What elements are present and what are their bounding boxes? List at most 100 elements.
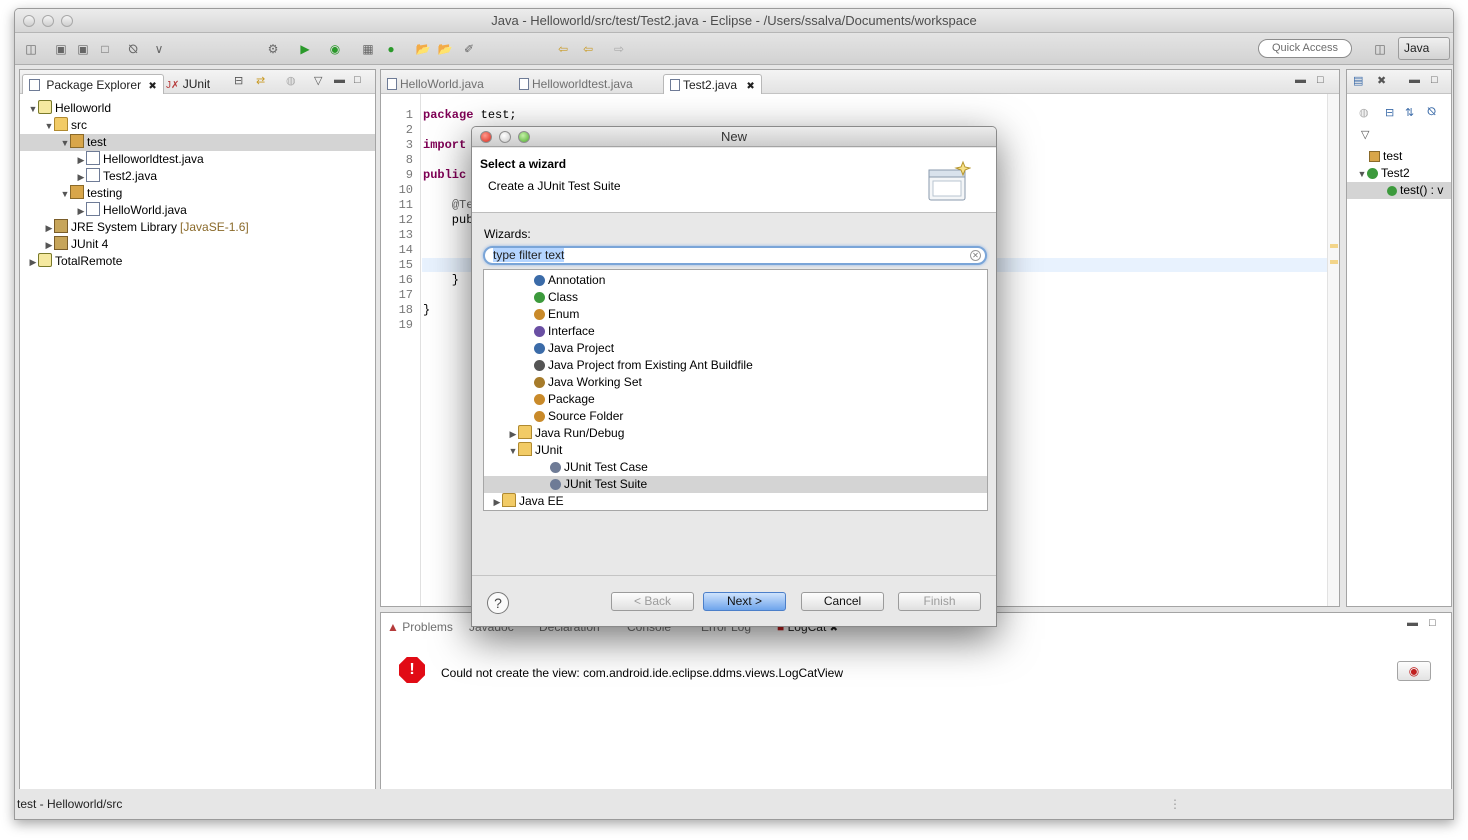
build-icon[interactable]: ⚙ [265, 41, 281, 57]
wizard-item[interactable]: ▶ Java Run/Debug [484, 425, 987, 442]
outline-item[interactable]: test [1347, 148, 1451, 165]
hide-fields-icon[interactable]: ⦰ [1427, 106, 1436, 119]
wizard-item[interactable]: Enum [484, 306, 987, 323]
view-menu-icon[interactable]: ▽ [1361, 128, 1369, 141]
forward-nav-icon[interactable]: ⇨ [611, 41, 627, 57]
expanded-icon[interactable]: ▼ [28, 101, 38, 118]
wizard-item[interactable]: JUnit Test Suite [484, 476, 987, 493]
tree-item[interactable]: ▶ Test2.java [20, 168, 375, 185]
open-folder-icon[interactable]: 📂 [437, 41, 453, 57]
tab-problems[interactable]: ▲ Problems [387, 617, 453, 637]
tab-helloworldtest-java[interactable]: Helloworldtest.java [519, 74, 633, 94]
search-icon[interactable]: ✐ [461, 41, 477, 57]
sort-icon[interactable]: ⇅ [1405, 106, 1414, 119]
wizard-item[interactable]: Interface [484, 323, 987, 340]
maximize-icon[interactable]: □ [1431, 74, 1438, 86]
minimize-icon[interactable]: ▬ [1295, 74, 1306, 86]
tab-junit[interactable]: J✗ JUnit [166, 74, 210, 94]
tree-item[interactable]: ▼ src [20, 117, 375, 134]
outline-item[interactable]: ▼ Test2 [1347, 165, 1451, 182]
expanded-icon[interactable]: ▼ [60, 135, 70, 152]
code-line[interactable]: } [423, 273, 459, 287]
clear-filter-icon[interactable]: ✕ [970, 250, 981, 261]
maximize-icon[interactable]: □ [1429, 617, 1436, 629]
collapsed-icon[interactable]: ▶ [44, 237, 54, 254]
wizard-item[interactable]: ▶ Java EE [484, 493, 987, 510]
print-icon[interactable]: □ [97, 41, 113, 57]
tree-item[interactable]: ▼ test [20, 134, 375, 151]
collapsed-icon[interactable]: ▶ [44, 220, 54, 237]
outline-icon[interactable]: ▤ [1353, 74, 1363, 87]
skip-breakpoints-icon[interactable]: ⦰ [125, 41, 141, 57]
close-icon[interactable]: ✖ [746, 81, 754, 92]
minimize-icon[interactable]: ▬ [1407, 617, 1418, 629]
warning-marker[interactable] [1330, 260, 1338, 264]
java-perspective-button[interactable]: Java [1398, 37, 1450, 60]
code-line[interactable]: } [423, 303, 430, 317]
wizard-item[interactable]: JUnit Test Case [484, 459, 987, 476]
collapsed-icon[interactable]: ▶ [76, 152, 86, 169]
new-class-icon[interactable]: ● [383, 41, 399, 57]
minimize-icon[interactable]: ▬ [1409, 74, 1420, 86]
close-dialog-button[interactable] [480, 131, 492, 143]
quick-access-input[interactable]: Quick Access [1258, 39, 1352, 58]
warning-marker[interactable] [1330, 244, 1338, 248]
expanded-icon[interactable]: ▼ [1357, 166, 1367, 183]
error-details-button[interactable]: ◉ [1397, 661, 1431, 681]
run-icon[interactable]: ▶ [297, 41, 313, 57]
open-perspective-icon[interactable]: ◫ [1372, 41, 1388, 57]
tree-item[interactable]: ▼ testing [20, 185, 375, 202]
save-all-icon[interactable]: ▣ [75, 41, 91, 57]
wizard-item[interactable]: Annotation [484, 272, 987, 289]
minimize-window-button[interactable] [42, 15, 54, 27]
collapsed-icon[interactable]: ▶ [508, 426, 518, 443]
back-nav-icon[interactable]: ⇦ [555, 41, 571, 57]
open-type-icon[interactable]: 📂 [415, 41, 431, 57]
wizard-item[interactable]: ▼ JUnit [484, 442, 987, 459]
forward-history-icon[interactable]: ⇦ [580, 41, 596, 57]
tree-item[interactable]: ▶ JRE System Library [JavaSE-1.6] [20, 219, 375, 236]
close-icon[interactable]: ✖ [148, 81, 156, 92]
collapsed-icon[interactable]: ▶ [76, 169, 86, 186]
toolbar-icon[interactable]: ∨ [151, 41, 167, 57]
filter-icon[interactable]: ◍ [286, 74, 296, 87]
zoom-dialog-button[interactable] [518, 131, 530, 143]
sync-icon[interactable]: ◍ [1359, 106, 1369, 119]
finish-button[interactable]: Finish [898, 592, 981, 611]
wizard-item[interactable]: Source Folder [484, 408, 987, 425]
code-line[interactable]: package test; [423, 108, 517, 122]
wizard-item[interactable]: Java Project from Existing Ant Buildfile [484, 357, 987, 374]
collapse-all-icon[interactable]: ⊟ [234, 74, 243, 87]
tree-item[interactable]: ▶ JUnit 4 [20, 236, 375, 253]
new-package-icon[interactable]: ▦ [360, 41, 376, 57]
minimize-dialog-button[interactable] [499, 131, 511, 143]
save-icon[interactable]: ▣ [53, 41, 69, 57]
tree-item[interactable]: ▶ HelloWorld.java [20, 202, 375, 219]
collapsed-icon[interactable]: ▶ [492, 494, 502, 510]
back-button[interactable]: < Back [611, 592, 694, 611]
link-editor-icon[interactable]: ⇄ [256, 74, 265, 87]
filter-input[interactable]: type filter text ✕ [483, 246, 987, 265]
tree-item[interactable]: ▶ Helloworldtest.java [20, 151, 375, 168]
zoom-window-button[interactable] [61, 15, 73, 27]
outline-item[interactable]: test() : v [1347, 182, 1451, 199]
collapse-all-icon[interactable]: ⊟ [1385, 106, 1394, 119]
minimize-icon[interactable]: ▬ [334, 74, 345, 86]
next-button[interactable]: Next > [703, 592, 786, 611]
new-icon[interactable]: ◫ [23, 41, 39, 57]
tab-package-explorer[interactable]: Package Explorer ✖ [22, 74, 164, 94]
close-window-button[interactable] [23, 15, 35, 27]
wizard-item[interactable]: Class [484, 289, 987, 306]
wizard-item[interactable]: Package [484, 391, 987, 408]
help-icon[interactable]: ? [487, 592, 509, 614]
tab-test2-java[interactable]: Test2.java ✖ [663, 74, 762, 94]
expanded-icon[interactable]: ▼ [44, 118, 54, 135]
view-menu-icon[interactable]: ▽ [314, 74, 322, 87]
maximize-icon[interactable]: □ [354, 74, 361, 86]
expanded-icon[interactable]: ▼ [60, 186, 70, 203]
close-icon[interactable]: ✖ [1377, 74, 1386, 87]
expanded-icon[interactable]: ▼ [508, 443, 518, 460]
tree-item[interactable]: ▼ Helloworld [20, 100, 375, 117]
coverage-icon[interactable]: ◉ [327, 41, 343, 57]
wizard-item[interactable]: Java Working Set [484, 374, 987, 391]
